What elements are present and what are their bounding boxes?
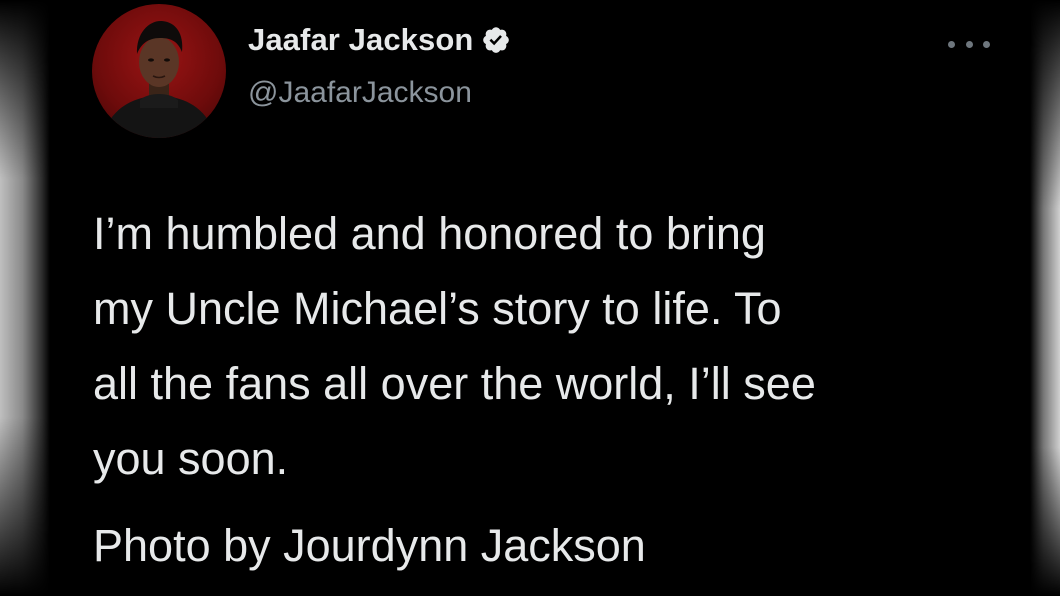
tweet-text: I’m humbled and honored to bring my Uncl…: [93, 208, 816, 484]
photo-credit: Photo by Jourdynn Jackson: [93, 520, 646, 571]
author-name[interactable]: Jaafar Jackson: [248, 22, 473, 58]
author-handle[interactable]: @JaafarJackson: [248, 76, 472, 110]
profile-photo-icon: [102, 20, 216, 138]
left-blur-edge: [0, 0, 50, 596]
avatar[interactable]: [92, 4, 226, 138]
more-dot: [983, 40, 990, 48]
verified-badge-icon: [481, 25, 511, 55]
more-horizontal-icon[interactable]: [948, 38, 990, 50]
right-blur-edge: [1030, 0, 1060, 596]
tweet-card: Jaafar Jackson @JaafarJackson I’m humble…: [50, 0, 1030, 596]
author-name-row: Jaafar Jackson: [248, 22, 511, 58]
more-dot: [965, 40, 973, 48]
more-dot: [948, 40, 955, 48]
